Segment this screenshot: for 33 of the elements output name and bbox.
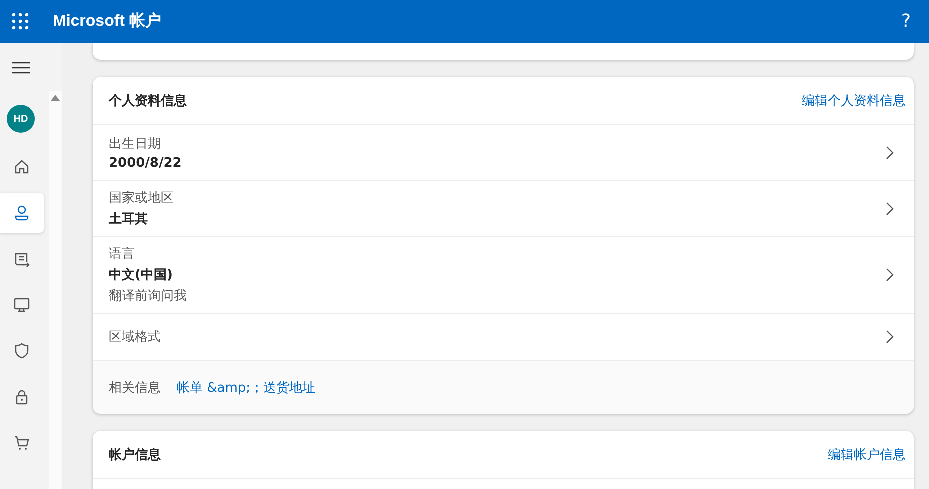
field-note: 翻译前询问我 [109, 288, 187, 305]
edit-account-link[interactable]: 编辑帐户信息 [828, 446, 906, 464]
app-title: Microsoft 帐户 [53, 11, 162, 32]
shield-icon [13, 342, 31, 360]
field-value: 土耳其 [109, 211, 149, 228]
nav-item[interactable] [0, 193, 44, 233]
help-button[interactable]: ? [901, 11, 911, 32]
related-label: 相关信息 [109, 380, 161, 396]
profile-row[interactable]: 国家或地区 土耳其 [93, 181, 914, 237]
field-label: 国家或地区 [109, 190, 174, 207]
field-label: 语言 [109, 246, 136, 263]
field-value: 中文(中国) [109, 266, 174, 284]
scroll-up-icon[interactable] [51, 95, 60, 101]
chevron-right-icon [886, 268, 894, 282]
related-link[interactable]: 帐单 &amp;；送货地址 [177, 378, 316, 396]
chevron-right-icon [886, 330, 894, 344]
chevron-right-icon [886, 202, 894, 216]
app-launcher-icon[interactable] [12, 13, 29, 30]
field-value: 2000/8/22 [109, 156, 182, 170]
cart-icon [13, 434, 31, 452]
monitor-icon [13, 296, 31, 314]
person-icon [13, 204, 31, 222]
home-icon [13, 158, 31, 176]
chevron-right-icon [886, 146, 894, 160]
field-label: 出生日期 [109, 136, 162, 152]
field-label: 区域格式 [109, 329, 161, 346]
section-title: 个人资料信息 [109, 92, 187, 110]
menu-icon[interactable] [12, 61, 30, 75]
profile-row[interactable]: 语言 中文(中国) 翻译前询问我 [93, 237, 914, 314]
profile-row[interactable]: 出生日期 2000/8/22 [93, 125, 914, 181]
edit-profile-link[interactable]: 编辑个人资料信息 [802, 92, 906, 110]
section-title: 帐户信息 [109, 446, 161, 464]
avatar[interactable]: HD [7, 105, 35, 133]
